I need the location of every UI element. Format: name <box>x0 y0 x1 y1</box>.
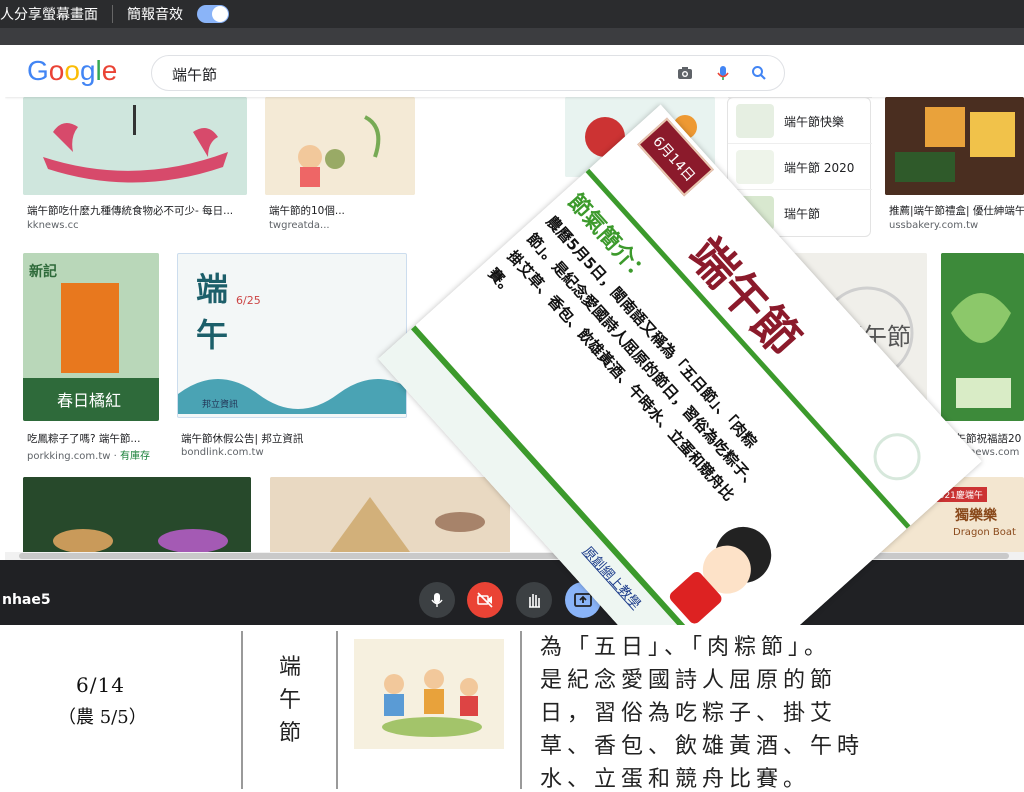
image-result-dragonboat[interactable] <box>23 97 247 195</box>
image-result-spring-orange[interactable]: 新記 春日橘紅 <box>23 253 159 421</box>
divider <box>112 5 113 23</box>
image-result-bottom-mid[interactable] <box>270 477 510 555</box>
result-caption[interactable]: 端午節吃什麼九種傳統食物必不可少- 每日... <box>27 203 252 218</box>
google-logo[interactable]: Google <box>27 55 117 87</box>
poster-date: 6/25 <box>236 294 261 307</box>
toggle-knob <box>212 6 228 22</box>
result-caption[interactable]: 端午節休假公告| 邦立資訊 <box>181 431 406 446</box>
table-divider <box>520 631 522 789</box>
result-source[interactable]: ussbakery.com.tw <box>889 220 978 231</box>
search-query[interactable]: 端午節 <box>172 64 217 85</box>
logo-letter: o <box>64 55 80 86</box>
meet-top-bar: 人分享螢幕畫面 簡報音效 <box>0 0 1024 28</box>
source-domain: porkking.com.tw <box>27 451 111 462</box>
result-caption[interactable]: 吃鳳粽子了嗎? 端午節... <box>27 431 157 446</box>
result-source[interactable]: bondlink.com.tw <box>181 447 264 458</box>
doc-date: 6/14 <box>76 673 125 697</box>
google-header: Google 端午節 <box>5 45 1024 97</box>
related-label: 端午節快樂 <box>784 115 845 129</box>
raise-hand-button[interactable] <box>516 582 552 618</box>
video-off-icon <box>477 592 493 608</box>
logo-letter: o <box>48 55 65 86</box>
doc-line: 為「五日」、「肉粽節」。 <box>540 635 832 660</box>
doc-line: 日，習俗為吃粽子、掛艾 <box>540 701 838 726</box>
image-result-green[interactable] <box>941 253 1024 421</box>
doc-title: 端午節 <box>278 655 301 746</box>
related-label: 瑞午節 <box>784 207 821 221</box>
doc-line: 是紀念愛國詩人屈原的節 <box>540 668 838 693</box>
search-box[interactable]: 端午節 <box>151 55 785 91</box>
result-caption[interactable]: 推薦|端午節禮盒| 優仕紳端午 <box>889 203 1024 218</box>
search-icon[interactable] <box>750 64 768 82</box>
microphone-icon <box>431 593 443 607</box>
microphone-icon[interactable] <box>714 64 732 82</box>
logo-letter: e <box>101 55 118 86</box>
doc-lunar-date: （農 5/5） <box>58 707 147 728</box>
doc-line: 水、立蛋和競舟比賽。 <box>540 767 811 792</box>
related-thumb <box>736 104 774 138</box>
image-result-bottom-left[interactable] <box>23 477 251 555</box>
result-source[interactable]: porkking.com.tw · 有庫存 <box>27 447 150 462</box>
meet-control-bar: nhae5 <box>0 560 1024 625</box>
browser-strip <box>0 28 1024 45</box>
result-caption[interactable]: 端午節的10個... <box>269 203 379 218</box>
logo-letter: g <box>79 55 96 86</box>
camera-icon[interactable] <box>676 64 694 82</box>
share-screen-label: 人分享螢幕畫面 <box>0 7 98 23</box>
mic-button[interactable] <box>419 582 455 618</box>
presentation-sound-toggle[interactable] <box>197 5 229 23</box>
table-divider <box>241 631 243 789</box>
zongzi-photo-image <box>270 477 510 555</box>
result-source[interactable]: twgreatda... <box>269 220 330 231</box>
screenshot-root: 人分享螢幕畫面 簡報音效 Google 端午節 端午節吃什麼九種傳統食物必不可少… <box>0 0 1024 792</box>
table-divider <box>336 631 338 789</box>
camera-off-button[interactable] <box>467 582 503 618</box>
doc-line: 草、香包、飲雄黃酒、午時 <box>540 734 865 759</box>
related-item[interactable]: 端午節快樂 <box>728 97 872 143</box>
in-stock-badge: 有庫存 <box>119 451 150 462</box>
banner-english: Dragon Boat <box>953 527 1016 538</box>
doc-body: 為「五日」、「肉粽節」。 是紀念愛國詩人屈原的節 日，習俗為吃粽子、掛艾 草、香… <box>540 631 1010 792</box>
banner-brand: 獨樂樂 <box>955 508 997 524</box>
poster-title: 端午 <box>196 270 229 354</box>
brand-label: 新記 <box>29 264 57 280</box>
participant-name: nhae5 <box>2 592 51 608</box>
green-card-image <box>941 253 1024 421</box>
related-label: 端午節 2020 <box>784 161 855 175</box>
result-source[interactable]: kknews.cc <box>27 220 79 231</box>
logo-letter: G <box>27 55 49 86</box>
dragon-boat-image <box>23 97 247 195</box>
zongzi-giftbox-image <box>885 97 1024 195</box>
product-name: 春日橘紅 <box>57 391 122 410</box>
family-illustration <box>354 639 504 749</box>
related-thumb <box>736 150 774 184</box>
image-result-giftbox[interactable] <box>885 97 1024 195</box>
presentation-sound-label: 簡報音效 <box>127 7 183 23</box>
hand-icon <box>529 594 540 608</box>
related-item[interactable]: 端午節 2020 <box>728 143 872 189</box>
image-result-bondlink[interactable]: 端午 6/25 邦立資訊 <box>177 253 407 418</box>
cartoon-kids-image <box>265 97 415 195</box>
poster-brand: 邦立資訊 <box>202 400 239 410</box>
zongzi-banner-image <box>23 477 251 555</box>
image-result-cartoon[interactable] <box>265 97 415 195</box>
lesson-document: 6/14 （農 5/5） 端午節 為「五日」、「肉粽節」。 是紀念愛國詩人屈原的… <box>0 625 1024 792</box>
